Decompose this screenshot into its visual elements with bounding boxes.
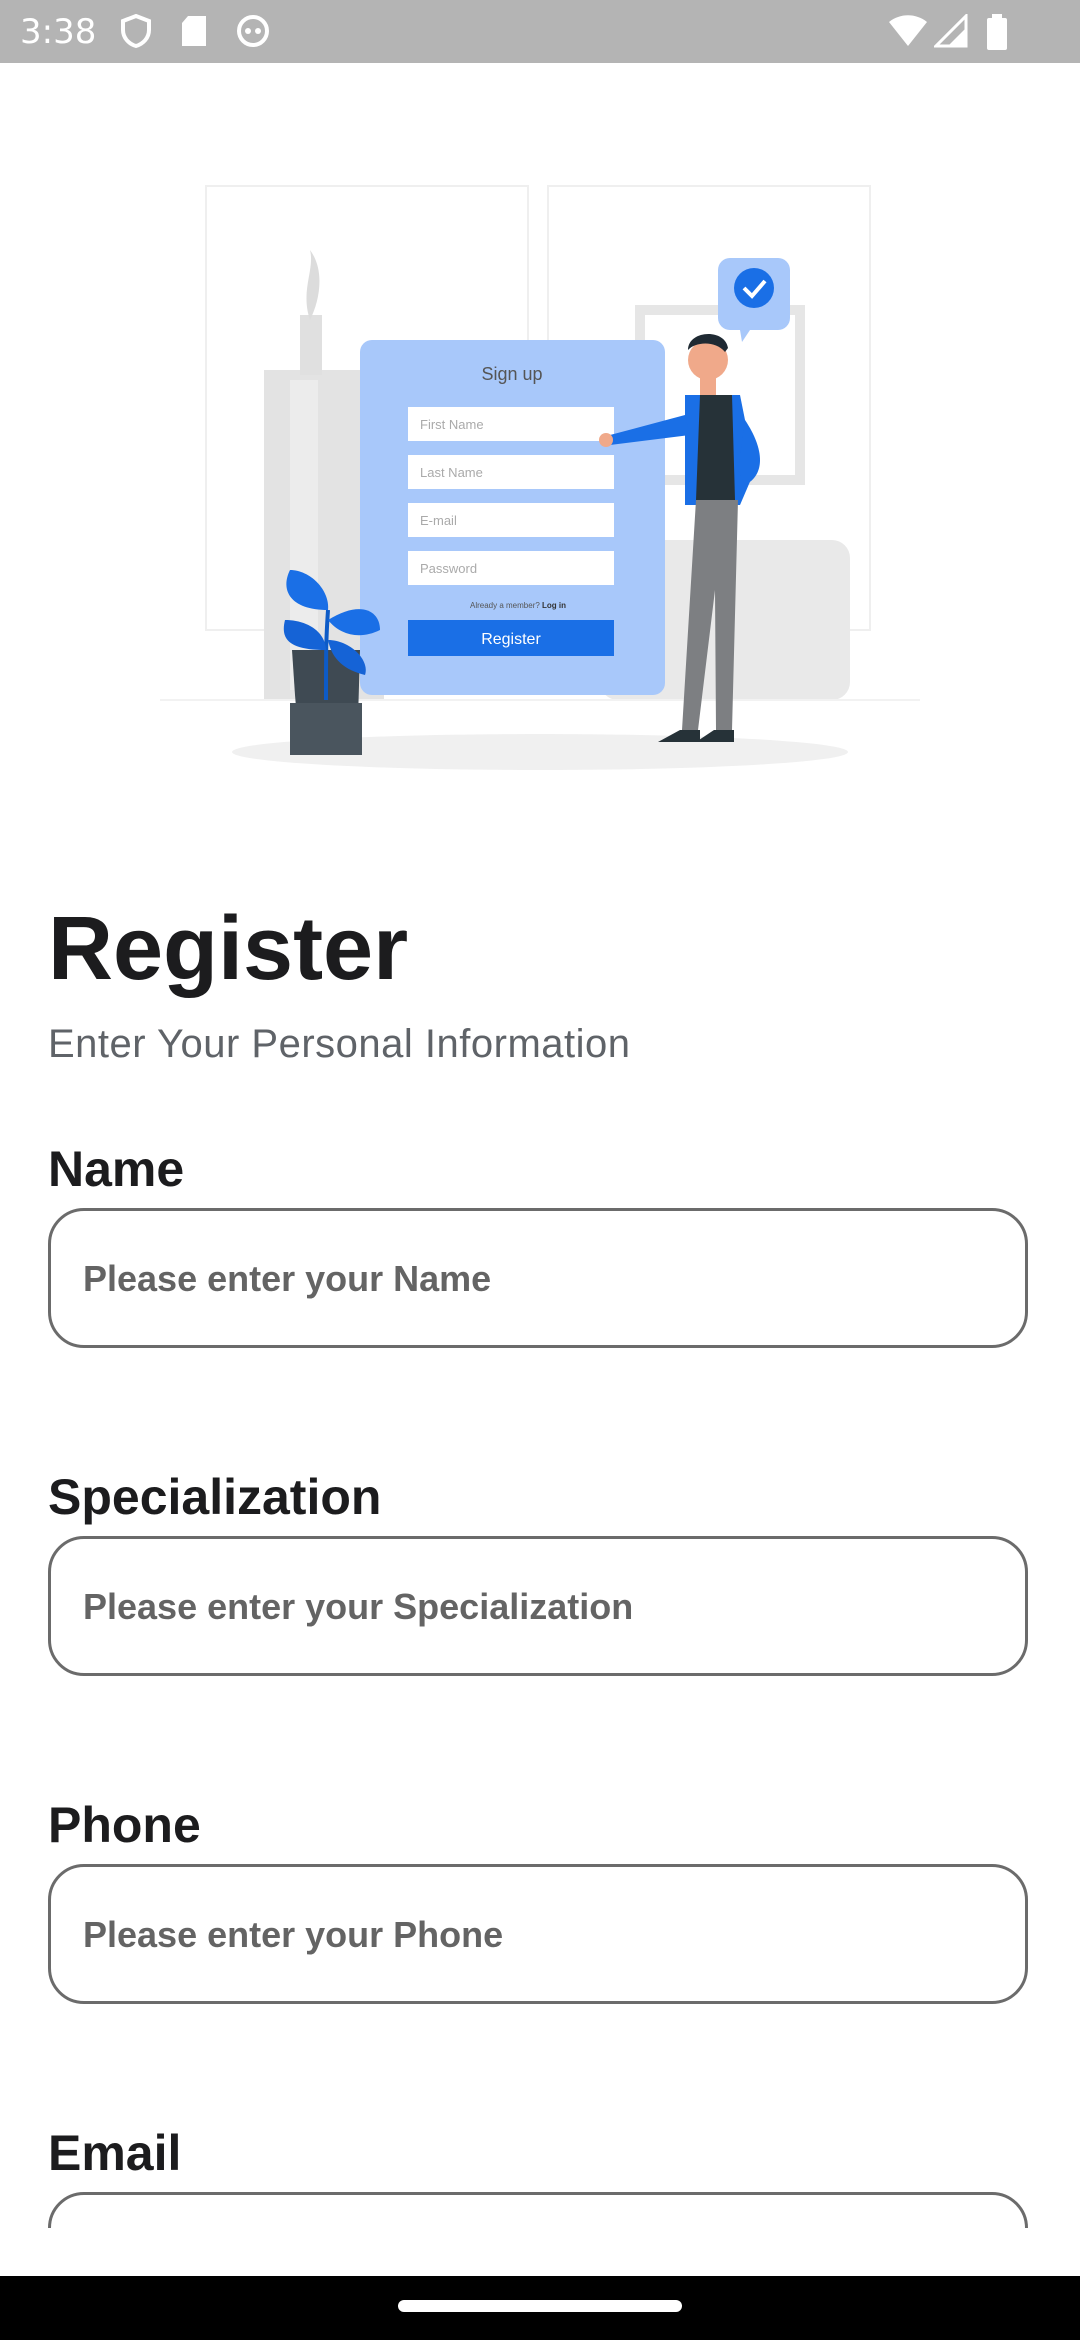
illus-field-password: Password xyxy=(420,561,477,576)
face-icon xyxy=(237,15,269,47)
specialization-input[interactable] xyxy=(81,1539,985,1675)
wifi-icon xyxy=(889,15,927,46)
specialization-field-container xyxy=(48,1536,1028,1676)
illus-login-prompt: Already a member? xyxy=(470,601,540,610)
name-label: Name xyxy=(48,1141,185,1197)
status-time: 3:38 xyxy=(20,12,97,52)
illus-card-title: Sign up xyxy=(481,364,542,384)
illus-field-email: E-mail xyxy=(420,513,457,528)
illus-login-link: Log in xyxy=(542,601,566,610)
page-title: Register xyxy=(48,899,409,999)
phone-field-container xyxy=(48,1864,1028,2004)
illus-field-last-name: Last Name xyxy=(420,465,483,480)
email-label: Email xyxy=(48,2125,182,2181)
battery-icon xyxy=(987,14,1007,50)
shield-icon xyxy=(121,14,151,48)
specialization-label: Specialization xyxy=(48,1469,382,1525)
sd-card-icon xyxy=(182,16,206,46)
illus-register-button: Register xyxy=(481,631,541,648)
signal-icon xyxy=(934,14,968,48)
signup-illustration: Sign up First Name Last Name E-mail Pass… xyxy=(160,185,920,770)
phone-label: Phone xyxy=(48,1797,201,1853)
phone-input[interactable] xyxy=(81,1867,985,2003)
page-subtitle: Enter Your Personal Information xyxy=(48,1022,631,1066)
name-input[interactable] xyxy=(81,1211,985,1347)
name-field-container xyxy=(48,1208,1028,1348)
illus-field-first-name: First Name xyxy=(420,417,484,432)
status-bar: 3:38 xyxy=(0,0,1080,63)
home-indicator[interactable] xyxy=(398,2300,682,2312)
